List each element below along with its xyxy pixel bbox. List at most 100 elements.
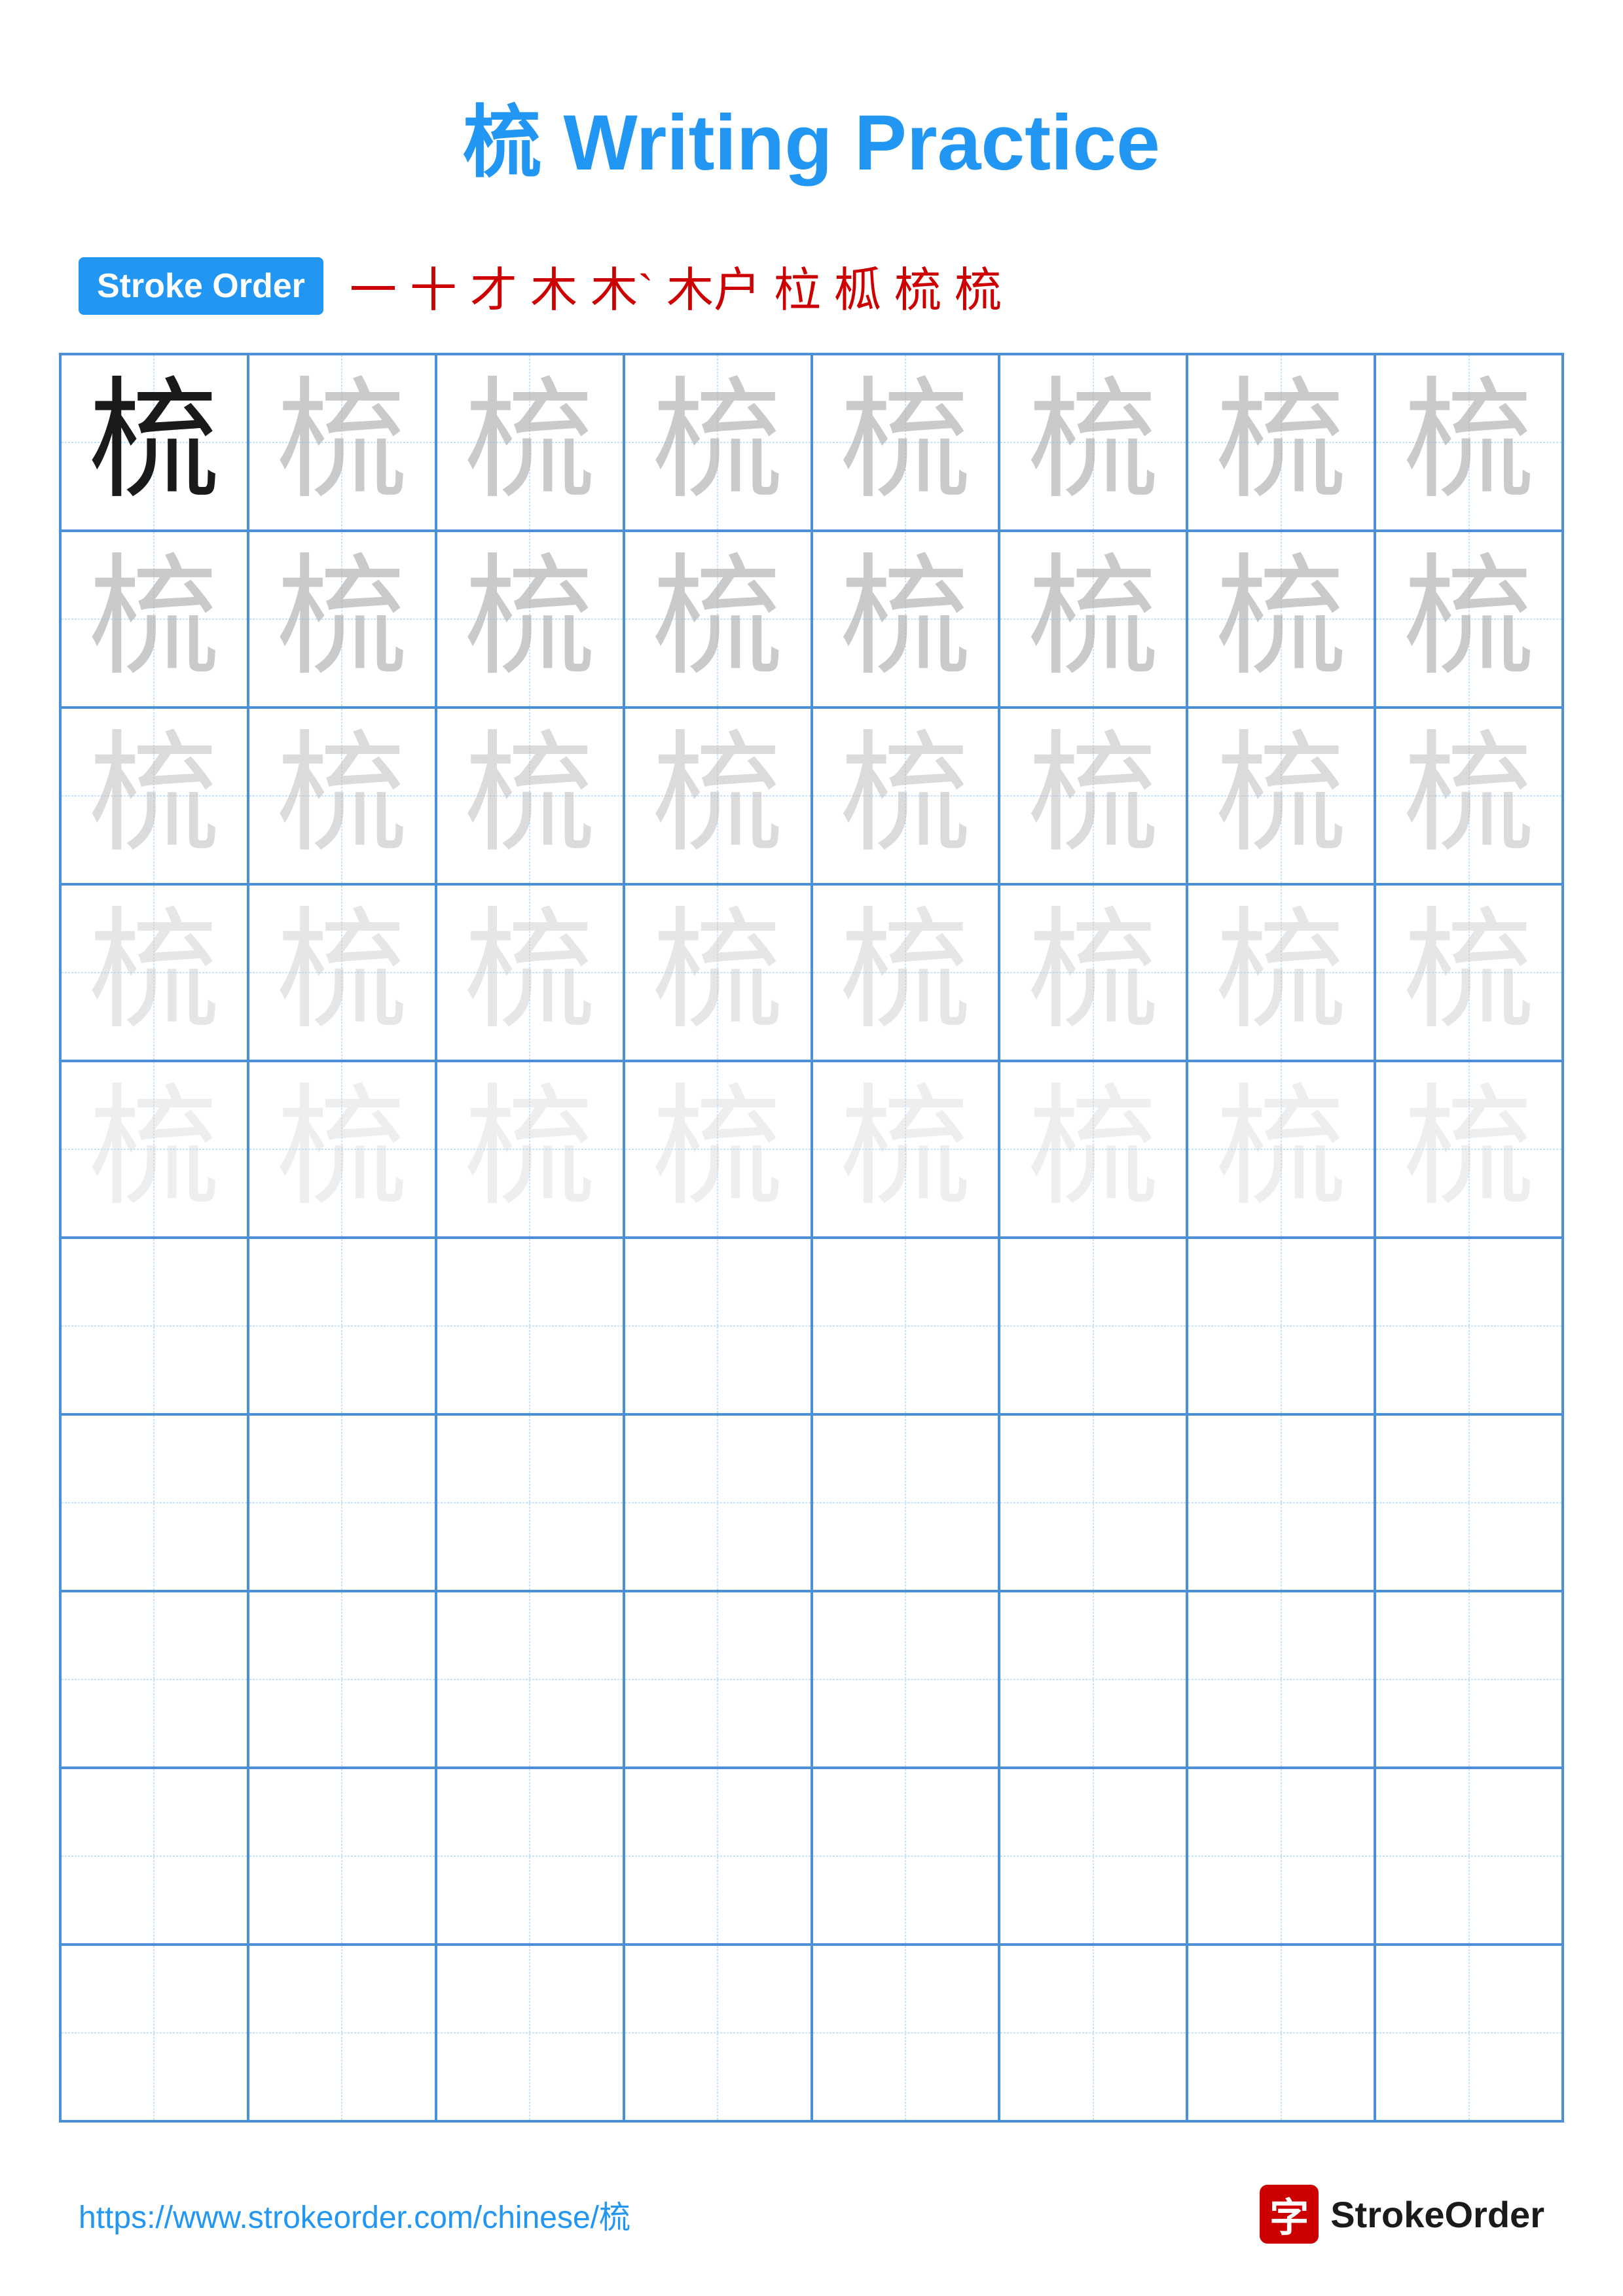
grid-cell[interactable]: 梳 (1375, 354, 1563, 531)
grid-cell[interactable]: 梳 (1187, 1061, 1375, 1238)
grid-cell[interactable] (999, 1945, 1187, 2121)
grid-cell[interactable]: 梳 (248, 354, 436, 531)
grid-cell[interactable]: 梳 (999, 531, 1187, 708)
grid-cell[interactable] (812, 1238, 1000, 1414)
grid-cell[interactable]: 梳 (1187, 531, 1375, 708)
practice-char: 梳 (276, 554, 407, 685)
grid-cell[interactable] (812, 1414, 1000, 1591)
grid-cell[interactable]: 梳 (1375, 884, 1563, 1061)
grid-cell[interactable]: 梳 (1187, 708, 1375, 884)
grid-cell[interactable] (60, 1768, 248, 1945)
grid-cell[interactable]: 梳 (624, 354, 812, 531)
grid-cell[interactable]: 梳 (60, 354, 248, 531)
grid-cell[interactable] (812, 1768, 1000, 1945)
practice-char: 梳 (652, 730, 783, 861)
practice-char: 梳 (840, 377, 971, 508)
practice-char: 梳 (652, 377, 783, 508)
practice-char: 梳 (1028, 377, 1159, 508)
grid-cell[interactable]: 梳 (248, 884, 436, 1061)
grid-cell[interactable]: 梳 (812, 531, 1000, 708)
grid-cell[interactable] (436, 1238, 624, 1414)
grid-cell[interactable]: 梳 (248, 1061, 436, 1238)
grid-cell[interactable] (999, 1238, 1187, 1414)
grid-cell[interactable] (1375, 1414, 1563, 1591)
grid-cell[interactable] (60, 1945, 248, 2121)
grid-cell[interactable]: 梳 (624, 708, 812, 884)
grid-cell[interactable]: 梳 (812, 354, 1000, 531)
grid-cell[interactable] (624, 1238, 812, 1414)
grid-cell[interactable]: 梳 (60, 1061, 248, 1238)
grid-cell[interactable] (999, 1768, 1187, 1945)
grid-row-1: 梳 梳 梳 梳 梳 梳 梳 梳 (60, 354, 1563, 531)
grid-cell[interactable]: 梳 (1375, 531, 1563, 708)
grid-cell[interactable] (1187, 1945, 1375, 2121)
grid-cell[interactable] (248, 1414, 436, 1591)
grid-cell[interactable]: 梳 (60, 708, 248, 884)
grid-cell[interactable]: 梳 (999, 354, 1187, 531)
grid-cell[interactable] (624, 1945, 812, 2121)
grid-cell[interactable] (1187, 1591, 1375, 1768)
grid-cell[interactable]: 梳 (1187, 884, 1375, 1061)
grid-cell[interactable]: 梳 (624, 1061, 812, 1238)
grid-cell[interactable]: 梳 (999, 884, 1187, 1061)
grid-cell[interactable]: 梳 (436, 1061, 624, 1238)
grid-cell[interactable]: 梳 (1375, 708, 1563, 884)
grid-cell[interactable] (60, 1238, 248, 1414)
stroke-7: 柆 (774, 251, 821, 320)
grid-cell[interactable] (436, 1945, 624, 2121)
grid-cell[interactable]: 梳 (999, 1061, 1187, 1238)
stroke-4: 木 (530, 251, 577, 320)
grid-cell[interactable] (436, 1591, 624, 1768)
grid-cell[interactable]: 梳 (624, 531, 812, 708)
grid-cell[interactable]: 梳 (812, 1061, 1000, 1238)
grid-cell[interactable] (436, 1768, 624, 1945)
grid-cell[interactable]: 梳 (1187, 354, 1375, 531)
practice-char: 梳 (1404, 554, 1535, 685)
footer-url[interactable]: https://www.strokeorder.com/chinese/梳 (79, 2191, 630, 2237)
grid-cell[interactable] (1375, 1238, 1563, 1414)
grid-cell[interactable] (248, 1768, 436, 1945)
grid-cell[interactable] (812, 1591, 1000, 1768)
grid-cell[interactable] (436, 1414, 624, 1591)
practice-char: 梳 (652, 907, 783, 1038)
grid-row-7 (60, 1414, 1563, 1591)
grid-cell[interactable]: 梳 (248, 708, 436, 884)
grid-cell[interactable]: 梳 (436, 354, 624, 531)
grid-cell[interactable] (1187, 1414, 1375, 1591)
practice-char: 梳 (840, 1084, 971, 1215)
grid-cell[interactable]: 梳 (1375, 1061, 1563, 1238)
grid-cell[interactable]: 梳 (812, 884, 1000, 1061)
grid-cell[interactable]: 梳 (999, 708, 1187, 884)
grid-cell[interactable] (1187, 1768, 1375, 1945)
grid-cell[interactable] (248, 1238, 436, 1414)
grid-cell[interactable] (624, 1591, 812, 1768)
practice-char: 梳 (88, 730, 219, 861)
practice-char: 梳 (1216, 554, 1347, 685)
grid-cell[interactable]: 梳 (60, 531, 248, 708)
grid-cell[interactable]: 梳 (60, 884, 248, 1061)
practice-char: 梳 (1404, 377, 1535, 508)
grid-cell[interactable] (1375, 1945, 1563, 2121)
grid-cell[interactable] (812, 1945, 1000, 2121)
grid-cell[interactable] (999, 1414, 1187, 1591)
grid-cell[interactable]: 梳 (436, 884, 624, 1061)
grid-cell[interactable] (1187, 1238, 1375, 1414)
grid-cell[interactable]: 梳 (812, 708, 1000, 884)
grid-cell[interactable] (248, 1591, 436, 1768)
grid-cell[interactable] (248, 1945, 436, 2121)
grid-cell[interactable] (60, 1414, 248, 1591)
grid-cell[interactable] (1375, 1768, 1563, 1945)
grid-cell[interactable]: 梳 (624, 884, 812, 1061)
grid-cell[interactable] (1375, 1591, 1563, 1768)
grid-cell[interactable] (60, 1591, 248, 1768)
grid-cell[interactable] (624, 1768, 812, 1945)
grid-cell[interactable]: 梳 (248, 531, 436, 708)
practice-char: 梳 (652, 554, 783, 685)
practice-char: 梳 (276, 377, 407, 508)
practice-char: 梳 (276, 907, 407, 1038)
stroke-3: 才 (470, 251, 517, 320)
grid-cell[interactable] (999, 1591, 1187, 1768)
grid-cell[interactable]: 梳 (436, 708, 624, 884)
grid-cell[interactable] (624, 1414, 812, 1591)
grid-cell[interactable]: 梳 (436, 531, 624, 708)
